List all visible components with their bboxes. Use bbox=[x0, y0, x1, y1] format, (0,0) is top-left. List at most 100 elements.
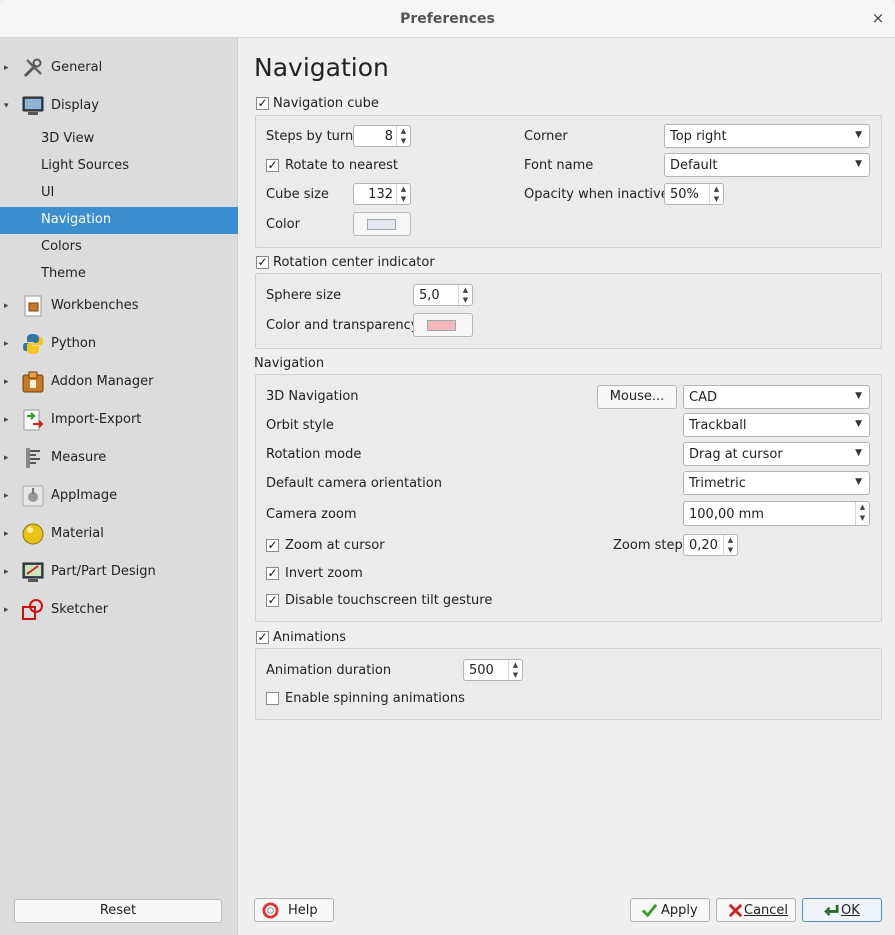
cancel-button[interactable]: Cancel bbox=[716, 898, 796, 922]
cube-size-value: 132 bbox=[368, 187, 393, 202]
expand-arrow-icon[interactable]: ▸ bbox=[4, 301, 12, 311]
expand-arrow-icon[interactable]: ▸ bbox=[4, 63, 12, 73]
expand-arrow-icon[interactable]: ▸ bbox=[4, 377, 12, 387]
rotation-center-group bbox=[255, 273, 882, 349]
sidebar-item-label: Part/Part Design bbox=[51, 564, 156, 579]
rotate-to-nearest-checkbox[interactable]: ✓ bbox=[266, 159, 279, 172]
orbit-style-dropdown[interactable]: Trackball ▼ bbox=[683, 413, 870, 437]
sidebar-item-label: Workbenches bbox=[51, 298, 139, 313]
sidebar-item-display[interactable]: ▾ Display bbox=[0, 93, 238, 120]
sphere-size-spinbox[interactable]: 5,0 ▲ ▼ bbox=[413, 284, 473, 306]
sidebar-item-label: AppImage bbox=[51, 488, 118, 503]
invert-zoom-label: Invert zoom bbox=[285, 566, 363, 581]
spinning-animations-label: Enable spinning animations bbox=[285, 691, 465, 706]
invert-zoom-checkbox[interactable]: ✓ bbox=[266, 567, 279, 580]
3d-navigation-value: CAD bbox=[689, 390, 717, 405]
expand-arrow-icon[interactable]: ▸ bbox=[4, 415, 12, 425]
sidebar-item-navigation[interactable]: Navigation bbox=[0, 207, 238, 234]
cancel-x-icon bbox=[728, 903, 743, 918]
3d-navigation-dropdown[interactable]: CAD ▼ bbox=[683, 385, 870, 409]
ok-button[interactable]: OK bbox=[802, 898, 882, 922]
sidebar-item-import-export[interactable]: ▸ Import-Export bbox=[0, 407, 238, 434]
reset-button[interactable]: Reset bbox=[14, 899, 222, 923]
expand-arrow-icon[interactable]: ▸ bbox=[4, 567, 12, 577]
zoom-at-cursor-label: Zoom at cursor bbox=[285, 538, 385, 553]
sidebar-item-label: General bbox=[51, 60, 103, 75]
help-lifebuoy-icon bbox=[262, 902, 279, 919]
sketcher-icon bbox=[22, 599, 43, 620]
font-name-dropdown[interactable]: Default ▼ bbox=[664, 153, 870, 177]
zoom-step-value: 0,20 bbox=[689, 538, 718, 553]
camera-orientation-dropdown[interactable]: Trimetric ▼ bbox=[683, 471, 870, 495]
cube-size-spinbox[interactable]: 132 ▲ ▼ bbox=[353, 183, 411, 205]
sidebar-item-appimage[interactable]: ▸ AppImage bbox=[0, 483, 238, 510]
zoom-at-cursor-checkbox[interactable]: ✓ bbox=[266, 539, 279, 552]
chevron-down-icon: ▼ bbox=[855, 391, 862, 401]
close-icon[interactable]: × bbox=[870, 9, 886, 27]
sidebar-item-python[interactable]: ▸ Python bbox=[0, 331, 238, 358]
collapse-arrow-icon[interactable]: ▾ bbox=[4, 101, 12, 111]
expand-arrow-icon[interactable]: ▸ bbox=[4, 339, 12, 349]
preferences-tree: ▸ General ▾ Display 3D View Light Source… bbox=[0, 38, 238, 935]
sidebar-item-part-design[interactable]: ▸ Part/Part Design bbox=[0, 559, 238, 586]
rotation-center-checkbox[interactable]: ✓ bbox=[256, 256, 269, 269]
camera-zoom-spinbox[interactable]: 100,00 mm ▲ ▼ bbox=[683, 501, 870, 526]
sidebar-item-label: Python bbox=[51, 336, 97, 351]
corner-dropdown[interactable]: Top right ▼ bbox=[664, 124, 870, 148]
spin-arrows-icon[interactable]: ▲ ▼ bbox=[458, 285, 472, 305]
zoom-step-label: Zoom step bbox=[613, 538, 683, 553]
orbit-style-label: Orbit style bbox=[266, 418, 334, 433]
window-title: Preferences bbox=[400, 11, 495, 27]
corner-label: Corner bbox=[524, 129, 568, 144]
page-title: Navigation bbox=[254, 53, 389, 82]
chevron-down-icon: ▼ bbox=[855, 448, 862, 458]
expand-arrow-icon[interactable]: ▸ bbox=[4, 529, 12, 539]
opacity-label: Opacity when inactive bbox=[524, 187, 669, 202]
sidebar-item-colors[interactable]: Colors bbox=[0, 234, 238, 261]
import-export-icon bbox=[23, 409, 44, 431]
animation-duration-spinbox[interactable]: 500 ▲ ▼ bbox=[463, 659, 523, 681]
sidebar-item-ui[interactable]: UI bbox=[0, 180, 238, 207]
color-transparency-button[interactable] bbox=[413, 313, 473, 337]
help-button[interactable]: Help bbox=[254, 898, 334, 922]
expand-arrow-icon[interactable]: ▸ bbox=[4, 491, 12, 501]
steps-by-turn-spinbox[interactable]: 8 ▲ ▼ bbox=[353, 125, 411, 147]
cube-color-button[interactable] bbox=[353, 212, 411, 236]
sidebar-item-label: 3D View bbox=[41, 131, 95, 146]
spin-arrows-icon[interactable]: ▲ ▼ bbox=[396, 126, 410, 146]
sidebar-item-3d-view[interactable]: 3D View bbox=[0, 126, 238, 153]
rotation-mode-value: Drag at cursor bbox=[689, 447, 783, 462]
zoom-step-spinbox[interactable]: 0,20 ▲ ▼ bbox=[683, 534, 738, 556]
sidebar-item-measure[interactable]: ▸ Measure bbox=[0, 445, 238, 472]
camera-orientation-label: Default camera orientation bbox=[266, 476, 442, 491]
spin-arrows-icon[interactable]: ▲ ▼ bbox=[723, 535, 737, 555]
expand-arrow-icon[interactable]: ▸ bbox=[4, 605, 12, 615]
disable-tilt-checkbox[interactable]: ✓ bbox=[266, 594, 279, 607]
navigation-cube-checkbox[interactable]: ✓ bbox=[256, 97, 269, 110]
spin-arrows-icon[interactable]: ▲ ▼ bbox=[508, 660, 522, 680]
cube-size-label: Cube size bbox=[266, 187, 329, 202]
sidebar-item-general[interactable]: ▸ General bbox=[0, 55, 238, 82]
sidebar-item-addon-manager[interactable]: ▸ Addon Manager bbox=[0, 369, 238, 396]
sidebar-item-light-sources[interactable]: Light Sources bbox=[0, 153, 238, 180]
spinning-animations-checkbox[interactable] bbox=[266, 692, 279, 705]
rotation-center-label: Rotation center indicator bbox=[273, 255, 435, 270]
chevron-down-icon: ▼ bbox=[855, 130, 862, 140]
mouse-button[interactable]: Mouse... bbox=[597, 385, 677, 409]
rotation-mode-dropdown[interactable]: Drag at cursor ▼ bbox=[683, 442, 870, 466]
sphere-size-value: 5,0 bbox=[419, 288, 440, 303]
sidebar-item-workbenches[interactable]: ▸ Workbenches bbox=[0, 293, 238, 320]
spin-arrows-icon[interactable]: ▲ ▼ bbox=[709, 184, 723, 204]
spin-arrows-icon[interactable]: ▲ ▼ bbox=[396, 184, 410, 204]
sidebar-item-label: Navigation bbox=[41, 212, 112, 227]
sidebar-item-material[interactable]: ▸ Material bbox=[0, 521, 238, 548]
animations-checkbox[interactable]: ✓ bbox=[256, 631, 269, 644]
expand-arrow-icon[interactable]: ▸ bbox=[4, 453, 12, 463]
color-transparency-swatch bbox=[427, 320, 456, 331]
opacity-spinbox[interactable]: 50% ▲ ▼ bbox=[664, 183, 724, 205]
spin-arrows-icon[interactable]: ▲ ▼ bbox=[855, 502, 869, 525]
apply-button[interactable]: Apply bbox=[630, 898, 710, 922]
sidebar-item-sketcher[interactable]: ▸ Sketcher bbox=[0, 597, 238, 624]
sidebar-item-label: Material bbox=[51, 526, 104, 541]
sidebar-item-theme[interactable]: Theme bbox=[0, 261, 238, 288]
